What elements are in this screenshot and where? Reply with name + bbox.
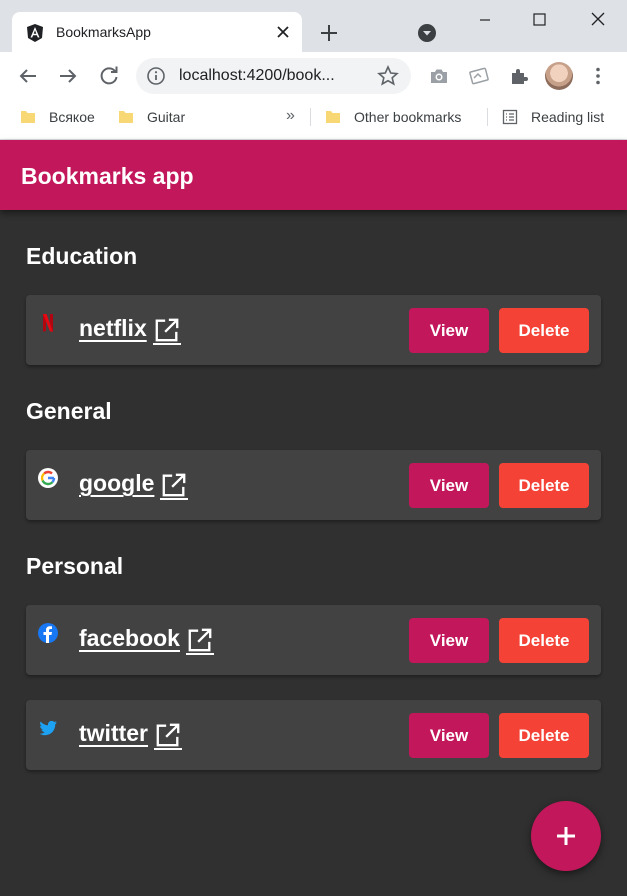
open-in-new-icon bbox=[160, 473, 189, 500]
delete-button[interactable]: Delete bbox=[499, 308, 589, 353]
tab-search-icon[interactable] bbox=[415, 23, 439, 47]
bookmark-link[interactable]: netflix bbox=[79, 315, 181, 345]
view-button[interactable]: View bbox=[409, 463, 489, 508]
app-toolbar: Bookmarks app bbox=[0, 140, 627, 210]
delete-button[interactable]: Delete bbox=[499, 463, 589, 508]
facebook-icon bbox=[38, 623, 58, 643]
bookmark-name: google bbox=[79, 470, 155, 496]
new-tab-icon[interactable] bbox=[316, 20, 342, 46]
reading-list-button[interactable]: Reading list bbox=[502, 100, 604, 134]
open-in-new-icon bbox=[185, 628, 214, 655]
extensions-puzzle-icon[interactable] bbox=[507, 64, 531, 88]
bookmarks-overflow-chevron[interactable]: » bbox=[286, 107, 295, 125]
minimize-icon[interactable] bbox=[470, 8, 500, 32]
folder-icon bbox=[21, 111, 35, 123]
bookmark-folder-guitar[interactable]: Guitar bbox=[118, 100, 185, 134]
app-title: Bookmarks app bbox=[21, 163, 194, 189]
bookmark-name: twitter bbox=[79, 720, 148, 746]
profile-avatar[interactable] bbox=[545, 62, 573, 90]
bookmark-folder-vsyakoe[interactable]: Всякое bbox=[20, 100, 95, 134]
bookmark-link[interactable]: twitter bbox=[79, 720, 182, 750]
bookmark-link[interactable]: facebook bbox=[79, 625, 214, 655]
bookmark-card: netflix View Delete bbox=[26, 295, 601, 365]
reading-list-icon bbox=[502, 109, 518, 125]
close-icon[interactable] bbox=[274, 23, 292, 41]
address-bar[interactable]: localhost:4200/book... bbox=[136, 58, 411, 94]
section-title: General bbox=[26, 398, 112, 424]
site-info-icon[interactable] bbox=[146, 66, 166, 86]
view-button[interactable]: View bbox=[409, 618, 489, 663]
bookmark-label: Всякое bbox=[49, 109, 95, 125]
bookmark-card: twitter View Delete bbox=[26, 700, 601, 770]
delete-button[interactable]: Delete bbox=[499, 618, 589, 663]
browser-tab[interactable]: BookmarksApp bbox=[12, 12, 302, 52]
bookmarks-divider bbox=[310, 108, 311, 126]
section-title: Personal bbox=[26, 553, 124, 579]
delete-button[interactable]: Delete bbox=[499, 713, 589, 758]
open-in-new-icon bbox=[152, 318, 181, 345]
view-button[interactable]: View bbox=[409, 308, 489, 353]
angular-icon bbox=[27, 24, 43, 42]
bookmark-link[interactable]: google bbox=[79, 470, 189, 500]
reload-icon[interactable] bbox=[97, 64, 121, 88]
url-text: localhost:4200/book... bbox=[179, 67, 335, 84]
plus-icon bbox=[557, 827, 575, 845]
google-icon bbox=[38, 468, 58, 488]
star-icon[interactable] bbox=[377, 65, 399, 87]
maximize-icon[interactable] bbox=[524, 8, 554, 32]
netflix-icon bbox=[43, 314, 53, 332]
bookmark-label: Guitar bbox=[147, 109, 186, 125]
view-button[interactable]: View bbox=[409, 713, 489, 758]
tab-title: BookmarksApp bbox=[56, 24, 151, 40]
bookmark-card: google View Delete bbox=[26, 450, 601, 520]
bookmark-name: facebook bbox=[79, 625, 180, 651]
tab-strip: BookmarksApp bbox=[0, 0, 627, 52]
bookmark-name: netflix bbox=[79, 315, 147, 341]
forward-arrow-icon[interactable] bbox=[56, 64, 80, 88]
folder-icon bbox=[326, 111, 340, 123]
bookmarks-bar: Всякое Guitar » Other bookmarks Reading … bbox=[0, 100, 627, 140]
section-title: Education bbox=[26, 243, 138, 269]
open-in-new-icon bbox=[154, 723, 182, 750]
back-arrow-icon[interactable] bbox=[16, 64, 40, 88]
twitter-icon bbox=[39, 720, 57, 736]
camera-icon[interactable] bbox=[427, 64, 451, 88]
bookmark-card: facebook View Delete bbox=[26, 605, 601, 675]
folder-icon bbox=[119, 111, 133, 123]
bookmarks-divider bbox=[487, 108, 488, 126]
browser-toolbar: localhost:4200/book... bbox=[0, 52, 627, 100]
screenshot-extension-icon[interactable] bbox=[467, 64, 491, 88]
window-close-icon[interactable] bbox=[583, 8, 613, 32]
more-menu-icon[interactable] bbox=[586, 64, 610, 88]
add-bookmark-button[interactable] bbox=[531, 801, 601, 871]
bookmark-label: Reading list bbox=[531, 109, 605, 125]
bookmark-folder-other[interactable]: Other bookmarks bbox=[325, 100, 461, 134]
bookmark-label: Other bookmarks bbox=[354, 109, 462, 125]
